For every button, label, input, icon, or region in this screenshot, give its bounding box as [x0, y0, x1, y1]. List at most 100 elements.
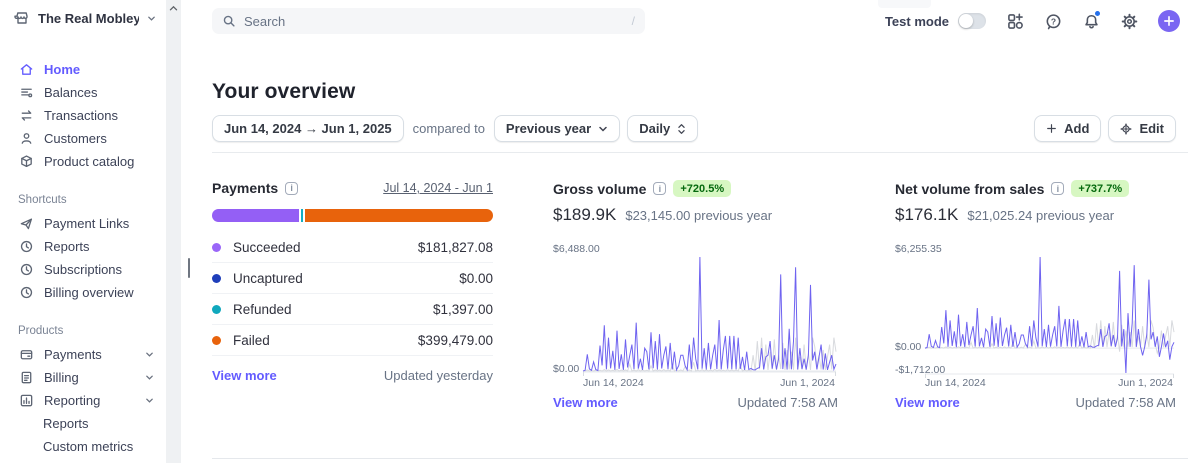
notifications-button[interactable] [1082, 10, 1101, 30]
header-divider [212, 152, 1188, 153]
edit-button[interactable]: Edit [1108, 115, 1176, 142]
net-view-more-link[interactable]: View more [895, 395, 960, 410]
payment-links-icon [18, 216, 34, 232]
sidebar-item-payment-links[interactable]: Payment Links [0, 212, 166, 235]
gross-volume-previous: $23,145.00 previous year [625, 208, 773, 223]
granularity-value: Daily [639, 121, 671, 136]
legend-row-uncaptured[interactable]: Uncaptured $0.00 [212, 263, 493, 294]
test-mode-toggle[interactable] [958, 13, 986, 29]
info-icon[interactable]: i [653, 182, 667, 195]
topbar-actions: Test mode ? [885, 9, 1180, 33]
search-icon [222, 14, 236, 28]
legend-row-succeeded[interactable]: Succeeded $181,827.08 [212, 232, 493, 263]
payments-panel-title: Payments [212, 180, 279, 196]
section-divider [212, 458, 1188, 459]
gross-volume-change-badge: +720.5% [673, 180, 732, 197]
chevron-down-icon[interactable] [145, 396, 154, 405]
sidebar-heading-shortcuts: Shortcuts [18, 194, 67, 206]
svg-text:?: ? [1050, 16, 1055, 26]
net-volume-change-badge: +737.7% [1071, 180, 1130, 197]
sidebar-item-reports[interactable]: Reports [0, 235, 166, 258]
granularity-select[interactable]: Daily [627, 115, 699, 142]
compare-value: Previous year [505, 121, 592, 136]
reporting-icon [18, 393, 34, 409]
legend-row-refunded[interactable]: Refunded $1,397.00 [212, 294, 493, 325]
chevron-down-icon[interactable] [145, 373, 154, 382]
y-axis-zero-label: $0.00 [895, 341, 922, 353]
sidebar-item-billing-overview[interactable]: Billing overview [0, 281, 166, 304]
help-button[interactable]: ? [1044, 12, 1062, 30]
sidebar-drag-handle[interactable] [188, 258, 190, 278]
succeeded-dot [212, 242, 221, 252]
edit-button-label: Edit [1139, 121, 1164, 136]
sidebar-item-reporting[interactable]: Reporting [0, 389, 166, 412]
gear-icon [1120, 123, 1132, 135]
net-volume-chart-svg [924, 256, 1175, 378]
gross-view-more-link[interactable]: View more [553, 395, 618, 410]
storefront-icon [14, 10, 30, 26]
sidebar-item-transactions[interactable]: Transactions [0, 104, 166, 127]
help-icon: ? [1045, 13, 1062, 30]
net-volume-panel: Net volume from sales i +737.7% $176.1K … [895, 180, 1176, 410]
gross-volume-chart-svg [582, 256, 837, 376]
net-volume-chart[interactable]: $6,255.35 $0.00 -$1,712.00 Jun 14, 2024 … [895, 231, 1176, 389]
y-axis-zero-label: $0.00 [553, 363, 580, 375]
sidebar-item-home[interactable]: Home [0, 58, 166, 81]
date-range-picker[interactable]: Jun 14, 2024 → Jun 1, 2025 [212, 115, 404, 142]
sidebar-item-customers[interactable]: Customers [0, 127, 166, 150]
apps-button[interactable] [1006, 12, 1024, 30]
sidebar-item-product-catalog[interactable]: Product catalog [0, 150, 166, 173]
sidebar-item-label: Balances [44, 85, 98, 100]
transactions-icon [18, 108, 34, 124]
sidebar-item-reporting-reports[interactable]: Reports [0, 412, 166, 435]
info-icon[interactable]: i [285, 181, 299, 195]
add-button[interactable]: Add [1034, 115, 1102, 142]
payments-date-link[interactable]: Jul 14, 2024 - Jun 1 [383, 181, 493, 195]
business-switcher[interactable]: The Real Mobley ... [14, 10, 156, 26]
wallet-icon [18, 347, 34, 363]
payments-stacked-bar [212, 209, 493, 222]
sidebar-item-payments[interactable]: Payments [0, 343, 166, 366]
sidebar-heading-products: Products [18, 325, 64, 337]
scroll-up-icon[interactable] [166, 2, 181, 14]
gross-volume-panel: Gross volume i +720.5% $189.9K $23,145.0… [553, 180, 838, 410]
gross-volume-chart[interactable]: $6,488.00 $0.00 Jun 14, 2024 Jun 1, 2024 [553, 231, 838, 389]
sidebar-nav: Home Balances Transactions Customers Pro… [0, 58, 166, 458]
plus-icon [1046, 123, 1057, 134]
sidebar-item-label: Reports [44, 239, 90, 254]
date-range-label: Jun 14, 2024 → Jun 1, 2025 [224, 121, 392, 136]
sidebar-item-subscriptions[interactable]: Subscriptions [0, 258, 166, 281]
sidebar-item-billing[interactable]: Billing [0, 366, 166, 389]
compared-to-label: compared to [412, 121, 485, 136]
legend-row-failed[interactable]: Failed $399,479.00 [212, 325, 493, 356]
balances-icon [18, 85, 34, 101]
customers-icon [18, 131, 34, 147]
legend-label: Refunded [233, 301, 292, 317]
overview-controls: Jun 14, 2024 → Jun 1, 2025 compared to P… [212, 115, 1176, 142]
create-button[interactable] [1158, 10, 1180, 32]
sidebar-item-custom-metrics[interactable]: Custom metrics [0, 435, 166, 458]
legend-value: $0.00 [459, 270, 493, 286]
gross-volume-title: Gross volume [553, 180, 647, 197]
payments-view-more-link[interactable]: View more [212, 368, 277, 383]
x-axis-start-label: Jun 14, 2024 [583, 377, 644, 389]
search-bar[interactable]: / [212, 8, 645, 34]
payments-updated-label: Updated yesterday [383, 368, 493, 383]
settings-button[interactable] [1120, 12, 1138, 30]
search-shortcut-hint: / [631, 14, 635, 28]
clock-icon [18, 262, 34, 278]
net-volume-amount: $176.1K [895, 205, 959, 224]
notification-dot [1094, 10, 1101, 17]
sidebar-scrollbar[interactable] [166, 0, 181, 463]
x-axis-end-label: Jun 1, 2024 [780, 377, 835, 389]
y-axis-max-label: $6,488.00 [553, 243, 600, 255]
search-input[interactable] [244, 13, 624, 29]
sort-arrows-icon [677, 123, 686, 135]
sidebar-item-balances[interactable]: Balances [0, 81, 166, 104]
info-icon[interactable]: i [1051, 182, 1065, 195]
chevron-down-icon[interactable] [145, 350, 154, 359]
legend-value: $399,479.00 [417, 332, 493, 348]
compare-select[interactable]: Previous year [493, 115, 621, 142]
plus-icon [1163, 15, 1175, 27]
sidebar-item-label: Billing overview [44, 285, 134, 300]
